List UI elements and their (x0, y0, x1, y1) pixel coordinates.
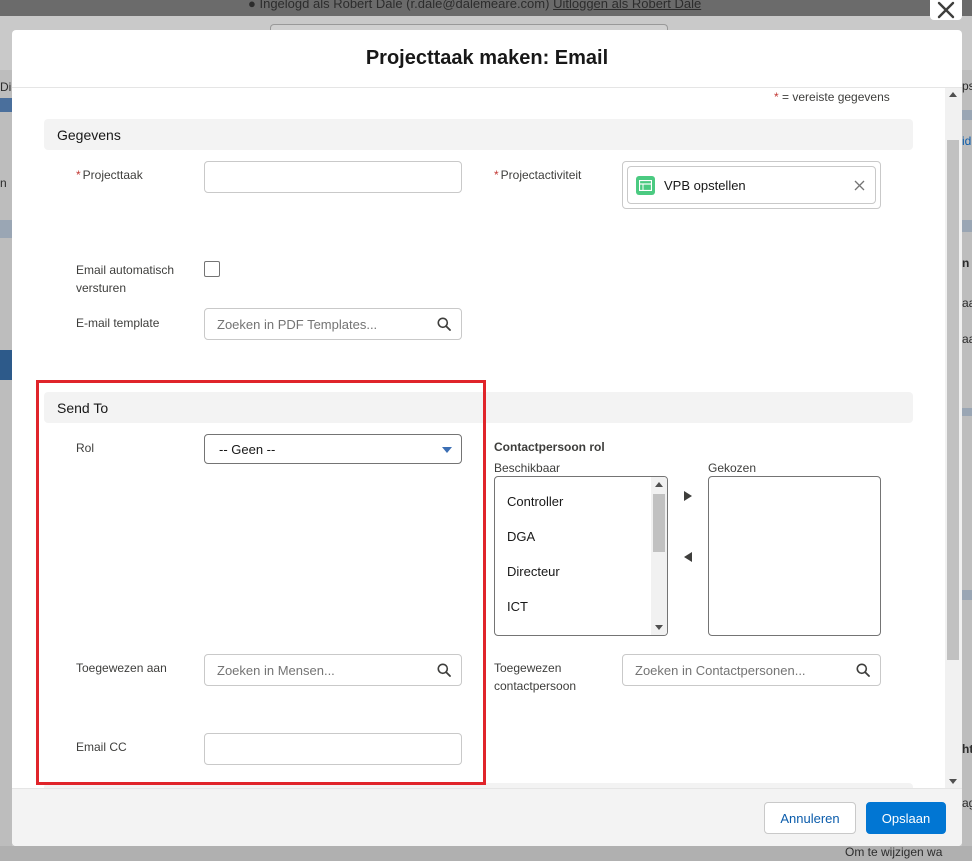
chevron-down-icon (442, 447, 452, 453)
background-fragment: aa (962, 296, 972, 310)
move-left-button[interactable] (681, 550, 695, 564)
toegewezen-contact-label-line2: contactpersoon (494, 679, 577, 693)
contactpersoon-rol-label: Contactpersoon rol (494, 440, 605, 454)
rol-label: Rol (76, 441, 95, 455)
projectactiviteit-label: * Projectactiviteit (494, 166, 581, 184)
search-icon (437, 663, 451, 680)
projecttaak-input[interactable] (204, 161, 462, 193)
projectactiviteit-label-text: Projectactiviteit (500, 168, 582, 182)
search-icon (437, 317, 451, 334)
background-fragment: id (962, 134, 972, 148)
remove-pill-button[interactable] (854, 179, 865, 194)
user-icon: ● (248, 0, 256, 11)
section-header-send-to[interactable]: Send To (44, 392, 913, 423)
background-session-bar: ● Ingelogd als Robert Dale (r.dale@dalem… (0, 0, 972, 16)
activity-icon (636, 175, 655, 195)
scroll-up-icon[interactable] (949, 92, 957, 97)
modal-header: Projecttaak maken: Email (12, 30, 962, 88)
chosen-list-label: Gekozen (708, 461, 757, 475)
email-template-search[interactable]: Zoeken in PDF Templates... (204, 308, 462, 340)
background-fragment: Om te wijzigen wa (845, 845, 943, 859)
email-auto-checkbox[interactable] (204, 261, 220, 277)
required-legend: * = vereiste gegevens (774, 90, 890, 104)
chosen-listbox[interactable] (708, 476, 881, 636)
background-bottom-strip (0, 846, 972, 861)
required-asterisk: * (494, 168, 499, 182)
toegewezen-aan-placeholder: Zoeken in Mensen... (217, 662, 335, 678)
available-listbox[interactable]: Controller DGA Directeur ICT (494, 476, 668, 636)
email-auto-label: Email automatisch versturen (76, 261, 174, 297)
email-cc-label: Email CC (76, 740, 127, 754)
scroll-up-icon[interactable] (655, 482, 663, 487)
modal-close-button[interactable] (930, 0, 962, 20)
projectactiviteit-pill[interactable]: VPB opstellen (627, 166, 876, 204)
move-right-button[interactable] (681, 489, 695, 503)
list-item[interactable]: ICT (495, 589, 667, 624)
rol-select[interactable]: -- Geen -- (204, 434, 462, 464)
background-fragment: n (0, 176, 7, 190)
session-text: Ingelogd als Robert Dale (r.dale@dalemea… (259, 0, 550, 11)
toegewezen-aan-label: Toegewezen aan (76, 661, 167, 675)
required-note-text: = vereiste gegevens (778, 90, 890, 104)
email-auto-label-line1: Email automatisch (76, 263, 175, 277)
background-fragment: Di (0, 80, 12, 94)
background-fragment: aa (962, 332, 972, 346)
close-icon (854, 180, 865, 191)
toegewezen-contact-label-line1: Toegewezen (494, 661, 562, 675)
background-fragment: ps (962, 79, 972, 93)
modal-footer: Annuleren Opslaan (12, 788, 962, 846)
available-list-label: Beschikbaar (494, 461, 561, 475)
projectactiviteit-lookup: VPB opstellen (622, 161, 881, 209)
close-icon (937, 1, 955, 19)
email-template-label: E-mail template (76, 316, 160, 330)
search-icon (856, 663, 870, 680)
list-item[interactable]: Directeur (495, 554, 667, 589)
email-auto-label-line2: versturen (76, 281, 127, 295)
scroll-thumb[interactable] (653, 494, 665, 552)
background-fragment: ag (962, 796, 972, 810)
toegewezen-contact-label: Toegewezen contactpersoon (494, 659, 576, 695)
listbox-scrollbar[interactable] (651, 477, 667, 635)
list-item[interactable]: Controller (495, 484, 667, 519)
background-fragment: n (962, 256, 970, 270)
save-button[interactable]: Opslaan (866, 802, 946, 834)
section-header-gegevens[interactable]: Gegevens (44, 119, 913, 150)
list-item[interactable]: DGA (495, 519, 667, 554)
arrow-left-icon (684, 552, 692, 562)
session-info: ● Ingelogd als Robert Dale (r.dale@dalem… (248, 0, 701, 11)
create-task-modal: Projecttaak maken: Email * = vereiste ge… (12, 30, 962, 846)
projectactiviteit-pill-label: VPB opstellen (664, 177, 746, 193)
rol-selected-value: -- Geen -- (219, 441, 276, 457)
toegewezen-aan-search[interactable]: Zoeken in Mensen... (204, 654, 462, 686)
email-cc-input[interactable] (204, 733, 462, 765)
scroll-down-icon[interactable] (949, 779, 957, 784)
projecttaak-label-text: Projecttaak (82, 168, 143, 182)
email-template-placeholder: Zoeken in PDF Templates... (217, 316, 378, 332)
logout-link[interactable]: Uitloggen als Robert Dale (553, 0, 701, 11)
cancel-button[interactable]: Annuleren (764, 802, 856, 834)
modal-scrollbar[interactable] (945, 88, 962, 788)
toegewezen-contact-placeholder: Zoeken in Contactpersonen... (635, 662, 806, 678)
required-asterisk: * (76, 168, 81, 182)
modal-title: Projecttaak maken: Email (365, 47, 609, 69)
background-fragment: ht (962, 742, 972, 756)
scroll-down-icon[interactable] (655, 625, 663, 630)
modal-body: * = vereiste gegevens Gegevens * Projectt… (12, 88, 962, 788)
arrow-right-icon (684, 491, 692, 501)
scroll-thumb[interactable] (947, 140, 959, 660)
projecttaak-label: * Projecttaak (76, 166, 143, 184)
toegewezen-contact-search[interactable]: Zoeken in Contactpersonen... (622, 654, 881, 686)
